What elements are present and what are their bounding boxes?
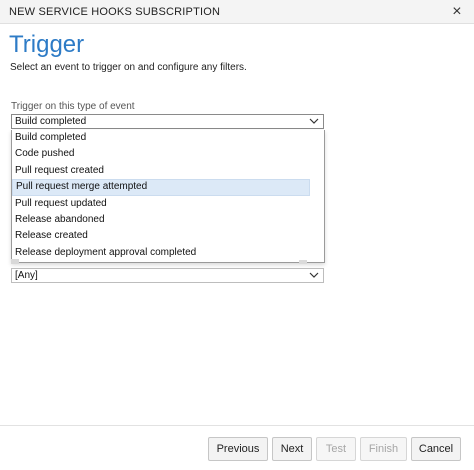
filter-selected-value: [Any] xyxy=(15,270,38,281)
next-button[interactable]: Next xyxy=(272,437,312,461)
dropdown-option[interactable]: Release abandoned xyxy=(12,212,310,228)
cancel-button[interactable]: Cancel xyxy=(411,437,461,461)
dropdown-option[interactable]: Pull request merge attempted xyxy=(12,179,310,196)
dialog-titlebar: NEW SERVICE HOOKS SUBSCRIPTION × xyxy=(0,0,474,24)
event-type-label: Trigger on this type of event xyxy=(11,101,135,112)
dropdown-option[interactable]: Pull request created xyxy=(12,163,310,179)
test-button: Test xyxy=(316,437,356,461)
dialog-title: NEW SERVICE HOOKS SUBSCRIPTION xyxy=(9,6,221,18)
dropdown-option[interactable]: Build completed xyxy=(12,130,310,146)
event-type-select[interactable]: Build completed xyxy=(11,114,324,129)
page-subtitle: Select an event to trigger on and config… xyxy=(10,62,247,73)
dropdown-option[interactable]: Code pushed xyxy=(12,146,310,162)
dropdown-option[interactable]: Pull request updated xyxy=(12,196,310,212)
filter-select[interactable]: [Any] xyxy=(11,268,324,283)
finish-button: Finish xyxy=(360,437,407,461)
previous-button[interactable]: Previous xyxy=(208,437,268,461)
event-type-dropdown-list: Build completed Code pushed Pull request c… xyxy=(11,130,325,263)
chevron-down-icon xyxy=(309,272,319,278)
dropdown-option[interactable]: Release created xyxy=(12,228,310,244)
subscription-dialog: NEW SERVICE HOOKS SUBSCRIPTION × Trigger… xyxy=(0,0,474,470)
close-icon[interactable]: × xyxy=(448,3,466,21)
chevron-down-icon xyxy=(309,118,319,124)
filter-label-obscured xyxy=(11,259,307,264)
event-type-selected-value: Build completed xyxy=(15,116,87,127)
page-title: Trigger xyxy=(9,31,85,58)
